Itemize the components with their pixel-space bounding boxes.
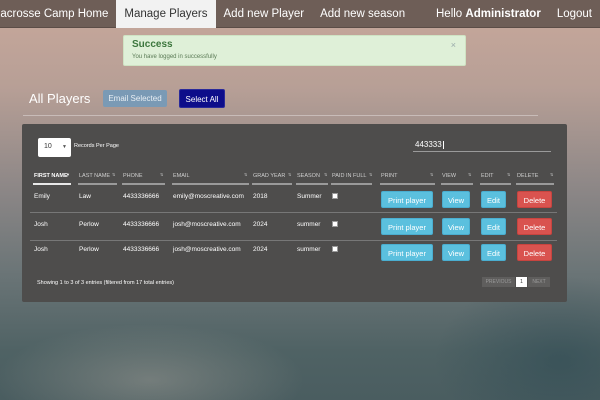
column-header-season[interactable]: SEASON bbox=[297, 173, 320, 179]
edit-button[interactable]: Edit bbox=[481, 244, 506, 261]
column-header-grad-year[interactable]: GRAD YEAR bbox=[253, 173, 285, 179]
close-icon[interactable]: × bbox=[451, 40, 456, 50]
cell-last-name: Perlow bbox=[79, 221, 99, 228]
header-underline bbox=[252, 183, 292, 185]
page-title: All Players bbox=[29, 91, 91, 106]
sort-icon: ⇅ bbox=[468, 172, 472, 177]
header-underline bbox=[380, 183, 435, 185]
view-button[interactable]: View bbox=[442, 191, 470, 208]
email-selected-button[interactable]: Email Selected bbox=[103, 90, 167, 107]
nav-right-group: Hello Administrator Logout bbox=[428, 0, 600, 28]
sort-icon: ⇅ bbox=[160, 172, 164, 177]
pagination-page-1[interactable]: 1 bbox=[516, 277, 527, 287]
header-underline bbox=[516, 183, 554, 185]
column-header-view[interactable]: VIEW bbox=[442, 173, 456, 179]
sort-icon: ⇅ bbox=[112, 172, 116, 177]
nav-add-player[interactable]: Add new Player bbox=[216, 0, 313, 28]
cell-first-name: Josh bbox=[34, 246, 48, 253]
view-button[interactable]: View bbox=[442, 218, 470, 235]
records-per-page-value: 10 bbox=[44, 143, 52, 150]
nav-add-season[interactable]: Add new season bbox=[312, 0, 413, 28]
top-navbar: Lacrosse Camp Home Manage Players Add ne… bbox=[0, 0, 600, 28]
alert-message: You have logged in successfully bbox=[132, 54, 217, 60]
paid-checkbox[interactable] bbox=[332, 193, 338, 199]
table-info: Showing 1 to 3 of 3 entries (filtered fr… bbox=[37, 280, 174, 286]
sort-icon: ⇅ bbox=[244, 172, 248, 177]
sort-icon: ⇅ bbox=[288, 172, 292, 177]
sort-icon: ⇅ bbox=[550, 172, 554, 177]
cell-phone: 4433336666 bbox=[123, 193, 160, 200]
column-header-print[interactable]: PRINT bbox=[381, 173, 398, 179]
nav-manage-players[interactable]: Manage Players bbox=[116, 0, 216, 28]
records-per-page-label: Records Per Page bbox=[74, 143, 119, 149]
cell-email: emily@moscreative.com bbox=[173, 193, 244, 200]
pagination-previous[interactable]: PREVIOUS bbox=[482, 277, 515, 287]
cell-last-name: Perlow bbox=[79, 246, 99, 253]
user-greeting: Hello Administrator bbox=[428, 0, 549, 28]
players-table-panel: 10 ▼ Records Per Page 443333 FIRST NAME … bbox=[22, 124, 567, 302]
sort-icon: ⇅ bbox=[324, 172, 328, 177]
cell-last-name: Law bbox=[79, 193, 91, 200]
logout-link[interactable]: Logout bbox=[549, 0, 600, 28]
delete-button[interactable]: Delete bbox=[517, 191, 552, 208]
row-divider bbox=[30, 240, 557, 241]
sort-icon: ⇅ bbox=[507, 172, 511, 177]
search-value: 443333 bbox=[415, 140, 442, 149]
sort-icon: ⇅ bbox=[369, 172, 373, 177]
cell-grad-year: 2018 bbox=[253, 193, 268, 200]
edit-button[interactable]: Edit bbox=[481, 191, 506, 208]
records-per-page-select[interactable]: 10 ▼ bbox=[38, 138, 71, 157]
delete-button[interactable]: Delete bbox=[517, 218, 552, 235]
greeting-username: Administrator bbox=[465, 7, 541, 20]
column-header-delete[interactable]: DELETE bbox=[517, 173, 538, 179]
text-cursor bbox=[442, 140, 444, 149]
delete-button[interactable]: Delete bbox=[517, 244, 552, 261]
header-underline bbox=[296, 183, 328, 185]
column-header-edit[interactable]: EDIT bbox=[481, 173, 494, 179]
header-underline bbox=[122, 183, 165, 185]
print-player-button[interactable]: Print player bbox=[381, 244, 433, 261]
paid-checkbox[interactable] bbox=[332, 246, 338, 252]
column-header-paid[interactable]: PAID IN FULL bbox=[332, 173, 366, 179]
column-header-last-name[interactable]: LAST NAME bbox=[79, 173, 110, 179]
cell-season: summer bbox=[297, 246, 321, 253]
select-all-button[interactable]: Select All bbox=[179, 89, 225, 108]
header-underline bbox=[33, 183, 71, 185]
chevron-down-icon: ▼ bbox=[62, 144, 67, 150]
view-button[interactable]: View bbox=[442, 244, 470, 261]
print-player-button[interactable]: Print player bbox=[381, 191, 433, 208]
header-underline bbox=[172, 183, 249, 185]
cell-season: Summer bbox=[297, 193, 322, 200]
cell-first-name: Josh bbox=[34, 221, 48, 228]
header-underline bbox=[331, 183, 372, 185]
success-alert: Success You have logged in successfully … bbox=[123, 35, 466, 66]
cell-grad-year: 2024 bbox=[253, 246, 268, 253]
header-underline bbox=[480, 183, 511, 185]
cell-grad-year: 2024 bbox=[253, 221, 268, 228]
header-underline bbox=[78, 183, 117, 185]
header-underline bbox=[441, 183, 473, 185]
cell-phone: 4433336666 bbox=[123, 221, 160, 228]
paid-checkbox[interactable] bbox=[332, 221, 338, 227]
greeting-prefix: Hello bbox=[436, 7, 466, 20]
column-header-email[interactable]: EMAIL bbox=[173, 173, 190, 179]
cell-season: summer bbox=[297, 221, 321, 228]
sort-icon: ⇅ bbox=[430, 172, 434, 177]
pagination-next[interactable]: NEXT bbox=[528, 277, 550, 287]
print-player-button[interactable]: Print player bbox=[381, 218, 433, 235]
cell-email: josh@moscreative.com bbox=[173, 221, 241, 228]
search-input[interactable]: 443333 bbox=[413, 138, 551, 152]
row-divider bbox=[30, 212, 557, 213]
cell-email: josh@moscreative.com bbox=[173, 246, 241, 253]
alert-title: Success bbox=[132, 39, 173, 50]
sort-desc-icon: ▼ bbox=[66, 172, 70, 177]
edit-button[interactable]: Edit bbox=[481, 218, 506, 235]
cell-first-name: Emily bbox=[34, 193, 50, 200]
nav-brand-link[interactable]: Lacrosse Camp Home bbox=[0, 0, 116, 28]
column-header-phone[interactable]: PHONE bbox=[123, 173, 143, 179]
column-header-first-name[interactable]: FIRST NAME bbox=[34, 173, 68, 179]
cell-phone: 4433336666 bbox=[123, 246, 160, 253]
header-divider bbox=[23, 115, 538, 116]
